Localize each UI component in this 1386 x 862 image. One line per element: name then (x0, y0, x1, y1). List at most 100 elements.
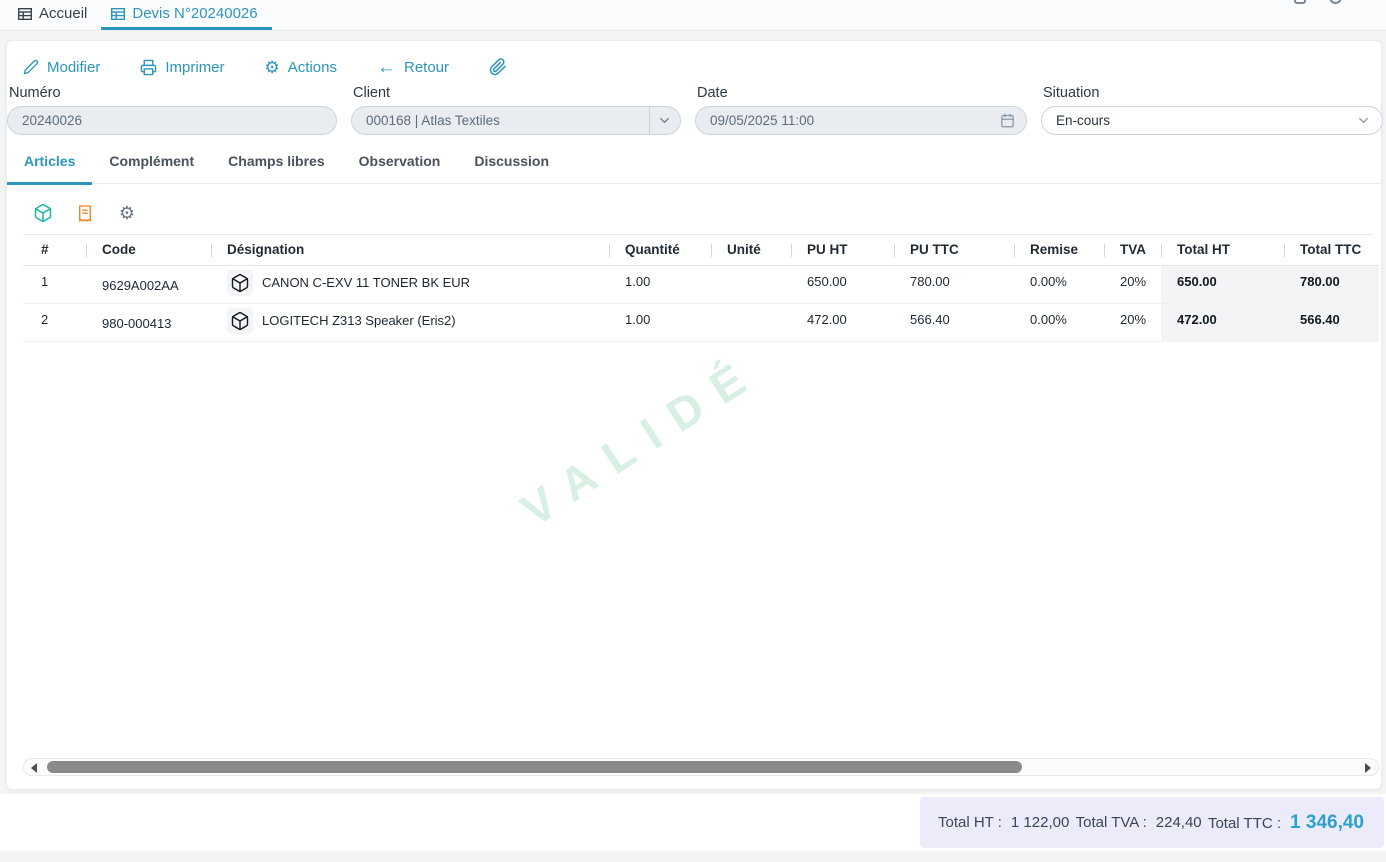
col-code[interactable]: Code (86, 235, 211, 265)
field-client: Client 000168 | Atlas Textiles (351, 85, 681, 135)
situation-label: Situation (1041, 85, 1383, 101)
actions-button[interactable]: ⚙ Actions (265, 59, 337, 76)
scroll-left-arrow-icon[interactable] (31, 763, 37, 773)
receipt-icon[interactable] (75, 203, 95, 223)
table-icon (111, 8, 125, 20)
table-row[interactable]: 2 980-000413 LOGITECH Z313 Speaker (Eris… (23, 303, 1379, 341)
totals-summary: Total HT : 1 122,00 Total TVA : 224,40 T… (920, 797, 1384, 848)
total-ht: Total HT : 1 122,00 (938, 814, 1069, 831)
window-tab-bar: Accueil Devis N°20240026 (0, 0, 1386, 31)
cell-unite (711, 303, 791, 341)
situation-value: En-cours (1056, 113, 1350, 128)
tab-accueil[interactable]: Accueil (8, 0, 101, 30)
calendar-icon[interactable] (994, 113, 1020, 128)
total-ttc-value: 1 346,40 (1290, 812, 1364, 834)
designation-label: CANON C-EXV 11 TONER BK EUR (262, 275, 470, 290)
col-quantite[interactable]: Quantité (609, 235, 711, 265)
field-numero: Numéro 20240026 (7, 85, 337, 135)
client-value: 000168 | Atlas Textiles (366, 113, 649, 128)
articles-table: # Code Désignation Quantité Unité PU HT … (23, 235, 1379, 342)
scroll-right-arrow-icon[interactable] (1365, 763, 1371, 773)
articles-toolbar: ⚙ (33, 203, 137, 223)
cutoff-power-icon[interactable] (1329, 0, 1342, 4)
cell-quantite: 1.00 (609, 303, 711, 341)
printer-icon (140, 59, 157, 76)
cell-pu-ttc: 780.00 (894, 265, 1014, 303)
cell-designation: CANON C-EXV 11 TONER BK EUR (211, 265, 609, 303)
cell-code: 980-000413 (86, 303, 211, 341)
situation-select[interactable]: En-cours (1041, 106, 1383, 135)
pencil-icon (23, 59, 39, 75)
col-unite[interactable]: Unité (711, 235, 791, 265)
table-icon (18, 8, 32, 20)
tab-devis-label: Devis N°20240026 (132, 5, 257, 22)
tab-accueil-label: Accueil (39, 5, 87, 22)
col-total-ttc[interactable]: Total TTC (1284, 235, 1379, 265)
total-tva: Total TVA : 224,40 (1076, 814, 1202, 831)
tab-articles[interactable]: Articles (7, 140, 92, 185)
cell-num: 2 (23, 303, 86, 341)
validated-watermark: VALIDÉ (511, 343, 770, 537)
footer-bar: Total HT : 1 122,00 Total TVA : 224,40 T… (0, 794, 1386, 851)
actions-label: Actions (288, 59, 337, 76)
cell-total-ht: 650.00 (1161, 265, 1284, 303)
client-label: Client (351, 85, 681, 101)
date-label: Date (695, 85, 1027, 101)
settings-icon[interactable]: ⚙ (117, 203, 137, 223)
chevron-down-icon (1350, 113, 1376, 128)
col-designation[interactable]: Désignation (211, 235, 609, 265)
total-ttc: Total TTC : 1 346,40 (1208, 812, 1364, 834)
designation-label: LOGITECH Z313 Speaker (Eris2) (262, 313, 456, 328)
cutoff-account-icon[interactable] (1294, 0, 1306, 4)
cell-num: 1 (23, 265, 86, 303)
cell-total-ht: 472.00 (1161, 303, 1284, 341)
arrow-left-icon: ← (377, 58, 396, 77)
cell-remise: 0.00% (1014, 265, 1104, 303)
tab-champs-libres[interactable]: Champs libres (211, 140, 341, 185)
total-ht-value: 1 122,00 (1011, 814, 1069, 831)
paperclip-icon (489, 58, 507, 76)
numero-input[interactable]: 20240026 (7, 106, 337, 135)
field-situation: Situation En-cours (1041, 85, 1383, 135)
back-label: Retour (404, 59, 449, 76)
attachments-button[interactable] (489, 58, 507, 76)
client-select[interactable]: 000168 | Atlas Textiles (351, 106, 681, 135)
devis-panel: Modifier Imprimer ⚙ Actions ← Retour Num… (6, 40, 1382, 790)
total-tva-label: Total TVA : (1076, 814, 1147, 831)
cell-total-ttc: 780.00 (1284, 265, 1379, 303)
tab-complement[interactable]: Complément (92, 140, 211, 185)
print-button[interactable]: Imprimer (140, 59, 224, 76)
table-row[interactable]: 1 9629A002AA CANON C-EXV 11 TONER BK EUR… (23, 265, 1379, 303)
modify-label: Modifier (47, 59, 100, 76)
table-header-row: # Code Désignation Quantité Unité PU HT … (23, 235, 1379, 265)
col-tva[interactable]: TVA (1104, 235, 1161, 265)
col-total-ht[interactable]: Total HT (1161, 235, 1284, 265)
tab-discussion[interactable]: Discussion (457, 140, 566, 185)
back-button[interactable]: ← Retour (377, 58, 449, 77)
horizontal-scrollbar[interactable] (23, 758, 1379, 776)
tab-observation[interactable]: Observation (342, 140, 458, 185)
cell-pu-ht: 650.00 (791, 265, 894, 303)
gear-icon: ⚙ (265, 59, 280, 76)
scrollbar-thumb[interactable] (47, 761, 1022, 773)
modify-button[interactable]: Modifier (23, 59, 100, 76)
col-num[interactable]: # (23, 235, 86, 265)
col-pu-ttc[interactable]: PU TTC (894, 235, 1014, 265)
add-article-box-icon[interactable] (33, 203, 53, 223)
cell-pu-ttc: 566.40 (894, 303, 1014, 341)
cell-remise: 0.00% (1014, 303, 1104, 341)
cell-quantite: 1.00 (609, 265, 711, 303)
chevron-down-icon[interactable] (649, 107, 680, 134)
total-ttc-label: Total TTC : (1208, 815, 1281, 832)
tab-devis[interactable]: Devis N°20240026 (101, 0, 271, 30)
print-label: Imprimer (165, 59, 224, 76)
total-ht-label: Total HT : (938, 814, 1002, 831)
product-box-icon (227, 270, 253, 296)
col-remise[interactable]: Remise (1014, 235, 1104, 265)
date-input[interactable]: 09/05/2025 11:00 (695, 106, 1027, 135)
cell-tva: 20% (1104, 265, 1161, 303)
col-pu-ht[interactable]: PU HT (791, 235, 894, 265)
cell-designation: LOGITECH Z313 Speaker (Eris2) (211, 303, 609, 341)
header-fields: Numéro 20240026 Client 000168 | Atlas Te… (7, 85, 1381, 139)
action-toolbar: Modifier Imprimer ⚙ Actions ← Retour (23, 49, 507, 85)
